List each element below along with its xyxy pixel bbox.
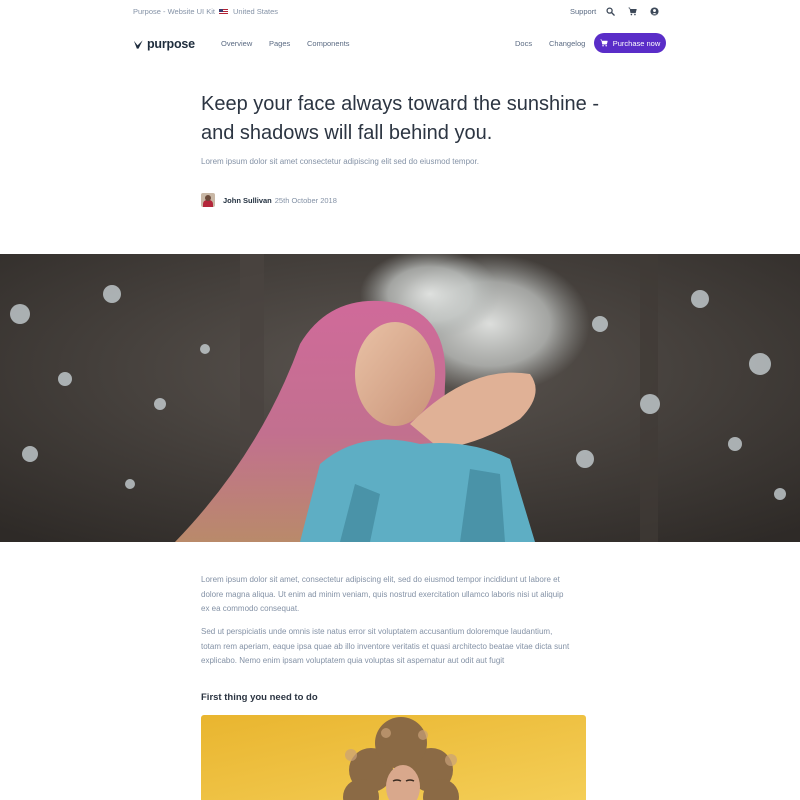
- author-avatar[interactable]: [201, 193, 215, 207]
- article-headline: Keep your face always toward the sunshin…: [201, 90, 621, 148]
- article-photo: [201, 715, 586, 800]
- purchase-now-button[interactable]: Purchase now: [594, 33, 666, 53]
- section-heading: First thing you need to do: [201, 692, 318, 703]
- author-name[interactable]: John Sullivan: [223, 196, 272, 205]
- logo-mark-icon: [133, 39, 143, 49]
- publish-date: 25th October 2018: [274, 195, 337, 205]
- nav-link-docs[interactable]: Docs: [515, 39, 532, 48]
- article-subheading: Lorem ipsum dolor sit amet consectetur a…: [201, 157, 479, 166]
- us-flag-icon: [219, 8, 228, 15]
- nav-link-components[interactable]: Components: [307, 39, 350, 48]
- body-paragraph-2: Sed ut perspiciatis unde omnis iste natu…: [201, 627, 570, 665]
- purchase-now-label: Purchase now: [612, 38, 661, 48]
- top-bar: Purpose - Website UI Kit United States S…: [0, 0, 800, 24]
- purpose-logo[interactable]: purpose: [133, 37, 195, 51]
- nav-link-overview[interactable]: Overview: [221, 39, 252, 48]
- nav-link-pages[interactable]: Pages: [269, 39, 290, 48]
- search-icon[interactable]: [606, 7, 615, 16]
- main-navbar: purpose Overview Pages Components Docs C…: [0, 30, 800, 58]
- support-link[interactable]: Support: [570, 7, 596, 16]
- headline-line-1: Keep your face always toward the sunshin…: [201, 93, 599, 115]
- logo-text: purpose: [147, 37, 195, 51]
- country-label: United States: [233, 7, 279, 16]
- country-selector[interactable]: United States: [219, 7, 278, 16]
- brand-kit-link[interactable]: Purpose - Website UI Kit: [133, 7, 215, 16]
- headline-line-2: and shadows will fall behind you.: [201, 122, 493, 144]
- nav-link-changelog[interactable]: Changelog: [549, 39, 585, 48]
- user-icon[interactable]: [650, 7, 659, 16]
- cart-icon: [600, 39, 608, 47]
- cart-icon[interactable]: [628, 7, 637, 16]
- author-byline: John Sullivan 25th October 2018: [201, 193, 337, 207]
- body-paragraph-1: Lorem ipsum dolor sit amet, consectetur …: [201, 575, 564, 613]
- hero-image: [0, 254, 800, 542]
